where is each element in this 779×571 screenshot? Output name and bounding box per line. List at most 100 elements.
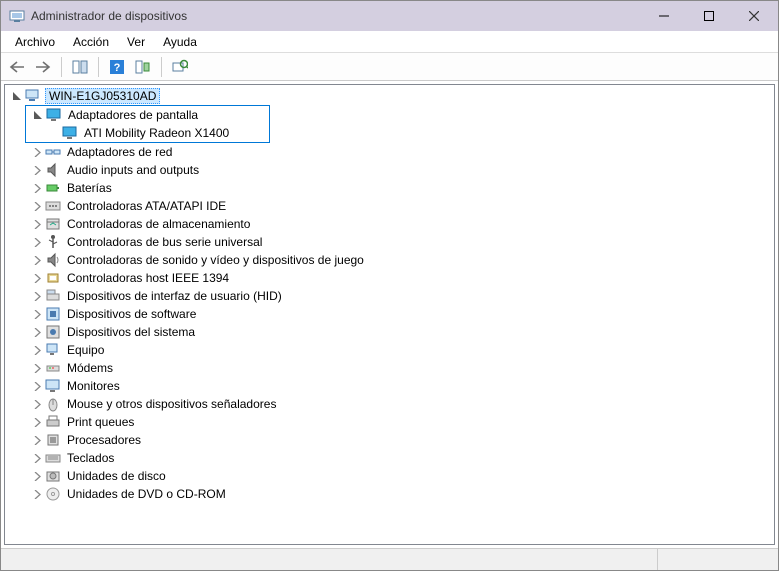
tree-root[interactable]: WIN-E1GJ05310AD xyxy=(5,87,774,105)
monitor-icon xyxy=(45,378,61,394)
tree-category[interactable]: Dispositivos de software xyxy=(25,305,774,323)
expander-icon[interactable] xyxy=(29,486,45,502)
expander-icon[interactable] xyxy=(29,342,45,358)
expander-icon[interactable] xyxy=(29,162,45,178)
maximize-button[interactable] xyxy=(686,2,731,30)
expander-icon[interactable] xyxy=(30,107,46,123)
expander-icon[interactable] xyxy=(29,216,45,232)
expander-icon[interactable] xyxy=(29,432,45,448)
menu-help[interactable]: Ayuda xyxy=(155,33,205,51)
menu-action[interactable]: Acción xyxy=(65,33,117,51)
sound-icon xyxy=(45,252,61,268)
tree-category[interactable]: Audio inputs and outputs xyxy=(25,161,774,179)
dvd-icon xyxy=(45,486,61,502)
cpu-icon xyxy=(45,432,61,448)
tree-category[interactable]: Dispositivos del sistema xyxy=(25,323,774,341)
tree-category[interactable]: Teclados xyxy=(25,449,774,467)
printqueue-icon xyxy=(45,414,61,430)
close-button[interactable] xyxy=(731,2,776,30)
expander-icon[interactable] xyxy=(29,252,45,268)
tree-item-label: Teclados xyxy=(65,451,116,465)
tree-category[interactable]: Print queues xyxy=(25,413,774,431)
tree-item-label: Audio inputs and outputs xyxy=(65,163,201,177)
modem-icon xyxy=(45,360,61,376)
tree-category[interactable]: Monitores xyxy=(25,377,774,395)
tree-item-label: Unidades de DVD o CD-ROM xyxy=(65,487,228,501)
statusbar-segment xyxy=(1,549,658,570)
tree-category[interactable]: Controladoras ATA/ATAPI IDE xyxy=(25,197,774,215)
tree-category[interactable]: Unidades de disco xyxy=(25,467,774,485)
expander-icon[interactable] xyxy=(29,270,45,286)
show-hidden-button[interactable] xyxy=(131,55,155,79)
tree-item-label: Mouse y otros dispositivos señaladores xyxy=(65,397,278,411)
scan-hardware-button[interactable] xyxy=(168,55,192,79)
tree-item-label: Dispositivos de interfaz de usuario (HID… xyxy=(65,289,284,303)
tree-category-display-adapters[interactable]: Adaptadores de pantalla xyxy=(26,106,269,124)
expander-icon[interactable] xyxy=(29,234,45,250)
ide-icon xyxy=(45,198,61,214)
tree-item-label: Adaptadores de red xyxy=(65,145,174,159)
expander-icon[interactable] xyxy=(29,288,45,304)
tree-category[interactable]: Controladoras de almacenamiento xyxy=(25,215,774,233)
expander-icon[interactable] xyxy=(29,378,45,394)
tree-category[interactable]: Procesadores xyxy=(25,431,774,449)
expander-icon[interactable] xyxy=(29,306,45,322)
tree-device-ati-radeon[interactable]: ATI Mobility Radeon X1400 xyxy=(42,124,269,142)
tree-item-label: Monitores xyxy=(65,379,122,393)
tree-item-label: Unidades de disco xyxy=(65,469,168,483)
tree-category[interactable]: Mouse y otros dispositivos señaladores xyxy=(25,395,774,413)
keyboard-icon xyxy=(45,450,61,466)
tree-root-label: WIN-E1GJ05310AD xyxy=(45,88,160,104)
tree-category[interactable]: Equipo xyxy=(25,341,774,359)
menubar: Archivo Acción Ver Ayuda xyxy=(1,31,778,53)
app-icon xyxy=(9,8,25,24)
expander-icon[interactable] xyxy=(29,198,45,214)
tree-item-label: Controladoras ATA/ATAPI IDE xyxy=(65,199,228,213)
tree-category[interactable]: Controladoras de sonido y vídeo y dispos… xyxy=(25,251,774,269)
tree-item-label: ATI Mobility Radeon X1400 xyxy=(82,126,231,140)
forward-button[interactable] xyxy=(31,55,55,79)
audio-icon xyxy=(45,162,61,178)
tree-category[interactable]: Unidades de DVD o CD-ROM xyxy=(25,485,774,503)
expander-spacer xyxy=(46,125,62,141)
device-tree[interactable]: WIN-E1GJ05310AD Adaptadores de pantalla … xyxy=(4,84,775,545)
battery-icon xyxy=(45,180,61,196)
expander-icon[interactable] xyxy=(29,468,45,484)
tree-item-label: Dispositivos del sistema xyxy=(65,325,197,339)
expander-icon[interactable] xyxy=(9,88,25,104)
expander-icon[interactable] xyxy=(29,144,45,160)
back-button[interactable] xyxy=(5,55,29,79)
disk-icon xyxy=(45,468,61,484)
expander-icon[interactable] xyxy=(29,180,45,196)
tree-category[interactable]: Baterías xyxy=(25,179,774,197)
tree-category[interactable]: Controladoras host IEEE 1394 xyxy=(25,269,774,287)
menu-file[interactable]: Archivo xyxy=(7,33,63,51)
toolbar: ? xyxy=(1,53,778,81)
help-button[interactable]: ? xyxy=(105,55,129,79)
expander-icon[interactable] xyxy=(29,360,45,376)
network-icon xyxy=(45,144,61,160)
ieee1394-icon xyxy=(45,270,61,286)
titlebar: Administrador de dispositivos xyxy=(1,1,778,31)
expander-icon[interactable] xyxy=(29,396,45,412)
tree-item-label: Controladoras de sonido y vídeo y dispos… xyxy=(65,253,366,267)
minimize-button[interactable] xyxy=(641,2,686,30)
statusbar-segment xyxy=(658,549,778,570)
storage-icon xyxy=(45,216,61,232)
tree-item-label: Equipo xyxy=(65,343,106,357)
show-hide-console-button[interactable] xyxy=(68,55,92,79)
pc-icon xyxy=(45,342,61,358)
usb-icon xyxy=(45,234,61,250)
expander-icon[interactable] xyxy=(29,324,45,340)
tree-item-label: Print queues xyxy=(65,415,136,429)
expander-icon[interactable] xyxy=(29,450,45,466)
tree-category[interactable]: Adaptadores de red xyxy=(25,143,774,161)
tree-category[interactable]: Dispositivos de interfaz de usuario (HID… xyxy=(25,287,774,305)
display-icon xyxy=(62,125,78,141)
tree-category[interactable]: Controladoras de bus serie universal xyxy=(25,233,774,251)
statusbar xyxy=(1,548,778,570)
expander-icon[interactable] xyxy=(29,414,45,430)
tree-category[interactable]: Módems xyxy=(25,359,774,377)
toolbar-separator xyxy=(61,57,62,77)
menu-view[interactable]: Ver xyxy=(119,33,153,51)
